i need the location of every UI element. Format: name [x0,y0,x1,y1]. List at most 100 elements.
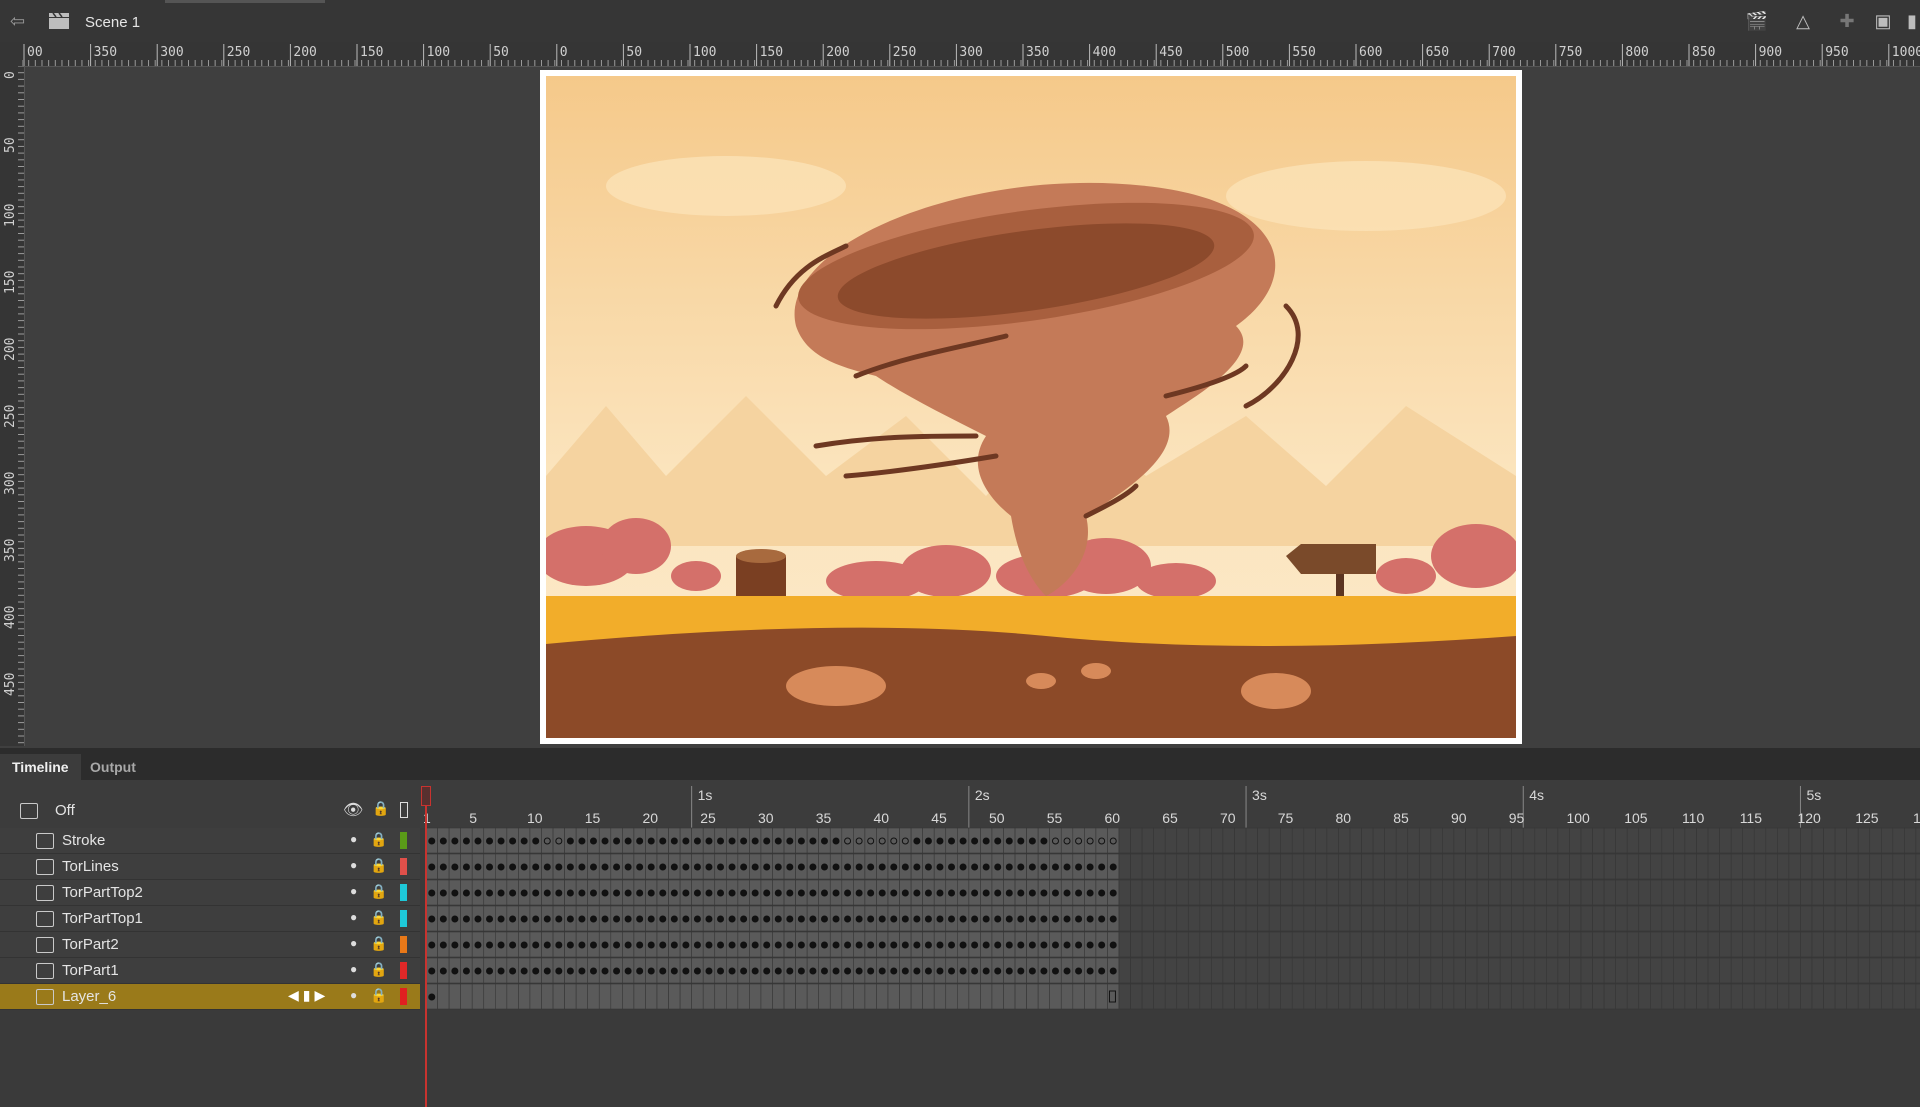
keyframe-dot[interactable] [948,863,956,871]
lock-icon[interactable]: 🔒 [370,883,387,899]
keyframe-dot[interactable] [832,967,840,975]
keyframe-dot[interactable] [740,941,748,949]
keyframe-dot[interactable] [1086,941,1094,949]
keyframe-dot[interactable] [890,967,898,975]
keyframe-dot[interactable] [1040,863,1048,871]
layer-row[interactable]: TorPartTop1 ● 🔒 [0,906,420,932]
keyframe-dot[interactable] [532,915,540,923]
keyframe-dot[interactable] [751,889,759,897]
layer-color-swatch[interactable] [400,962,407,979]
keyframe-dot[interactable] [1005,967,1013,975]
keyframe-dot[interactable] [855,889,863,897]
keyframe-dot[interactable] [809,915,817,923]
keyframe-dot[interactable] [682,941,690,949]
keyframe-dot[interactable] [1051,967,1059,975]
keyframe-dot[interactable] [462,863,470,871]
keyframe-dot[interactable] [1040,967,1048,975]
keyframe-dot[interactable] [717,915,725,923]
keyframe-dot[interactable] [451,863,459,871]
keyframe-dot[interactable] [1028,915,1036,923]
keyframe-dot[interactable] [1005,863,1013,871]
keyframe-dot[interactable] [1051,889,1059,897]
keyframe-dot[interactable] [924,837,932,845]
keyframe-dot[interactable] [659,967,667,975]
keyframe-dot[interactable] [636,863,644,871]
keyframe-dot[interactable] [659,837,667,845]
keyframe-dot[interactable] [497,915,505,923]
keyframe-dot[interactable] [670,967,678,975]
keyframe-dot[interactable] [774,863,782,871]
keyframe-dot[interactable] [578,967,586,975]
keyframe-dot[interactable] [1017,837,1025,845]
keyframe-dot[interactable] [797,863,805,871]
keyframe-dot[interactable] [901,863,909,871]
keyframe-dot[interactable] [971,889,979,897]
lock-icon[interactable]: 🔒 [370,831,387,847]
layer-row[interactable]: TorPart1 ● 🔒 [0,958,420,984]
keyframe-dot[interactable] [693,941,701,949]
keyframe-dot[interactable] [486,915,494,923]
keyframe-dot[interactable] [601,915,609,923]
keyframe-dot[interactable] [555,941,563,949]
keyframe-dot[interactable] [913,889,921,897]
keyframe-dot[interactable] [659,863,667,871]
keyframe-dot[interactable] [682,915,690,923]
keyframe-dot[interactable] [601,863,609,871]
keyframe-dot[interactable] [1109,915,1117,923]
keyframe-dot[interactable] [601,941,609,949]
keyframe-dot[interactable] [763,915,771,923]
keyframe-dot[interactable] [924,915,932,923]
keyframe-dot[interactable] [994,863,1002,871]
keyframe-nav-icons[interactable]: ◀▮▶ [288,987,329,1004]
keyframe-dot[interactable] [578,889,586,897]
keyframe-dot[interactable] [578,863,586,871]
keyframe-dot[interactable] [717,863,725,871]
keyframe-dot[interactable] [486,863,494,871]
keyframe-dot[interactable] [439,941,447,949]
keyframe-dot[interactable] [763,863,771,871]
keyframe-dot[interactable] [982,967,990,975]
layer-name[interactable]: TorPartTop2 [62,884,143,901]
keyframe-dot[interactable] [959,889,967,897]
keyframe-dot[interactable] [520,941,528,949]
keyframe-dot[interactable] [682,967,690,975]
keyframe-dot[interactable] [959,941,967,949]
keyframe-dot[interactable] [566,889,574,897]
keyframe-dot[interactable] [728,967,736,975]
keyframe-dot[interactable] [474,967,482,975]
keyframe-dot[interactable] [462,837,470,845]
keyframe-dot[interactable] [913,915,921,923]
keyframe-dot[interactable] [867,941,875,949]
keyframe-dot[interactable] [763,837,771,845]
keyframe-dot[interactable] [832,915,840,923]
keyframe-dot[interactable] [936,863,944,871]
keyframe-dot[interactable] [797,941,805,949]
keyframe-dot[interactable] [1086,967,1094,975]
keyframe-dot[interactable] [1086,889,1094,897]
keyframe-dot[interactable] [786,941,794,949]
keyframe-dot[interactable] [1028,967,1036,975]
keyframe-dot[interactable] [601,837,609,845]
keyframe-dot[interactable] [774,967,782,975]
keyframe-dot[interactable] [509,941,517,949]
visibility-dot-icon[interactable]: ● [350,988,357,1002]
lock-icon[interactable]: 🔒 [370,987,387,1003]
keyframe-dot[interactable] [543,915,551,923]
keyframe-dot[interactable] [589,915,597,923]
keyframe-dot[interactable] [613,837,621,845]
keyframe-dot[interactable] [820,889,828,897]
keyframe-dot[interactable] [867,863,875,871]
keyframe-dot[interactable] [636,837,644,845]
keyframe-dot[interactable] [578,915,586,923]
keyframe-dot[interactable] [624,941,632,949]
keyframe-dot[interactable] [555,889,563,897]
keyframe-dot[interactable] [1075,967,1083,975]
keyframe-dot[interactable] [566,967,574,975]
keyframe-dot[interactable] [786,915,794,923]
layer-row[interactable]: TorLines ● 🔒 [0,854,420,880]
keyframe-dot[interactable] [451,967,459,975]
lock-all-icon[interactable]: 🔒 [372,800,389,817]
keyframe-dot[interactable] [936,915,944,923]
keyframe-dot[interactable] [636,915,644,923]
keyframe-dot[interactable] [948,889,956,897]
